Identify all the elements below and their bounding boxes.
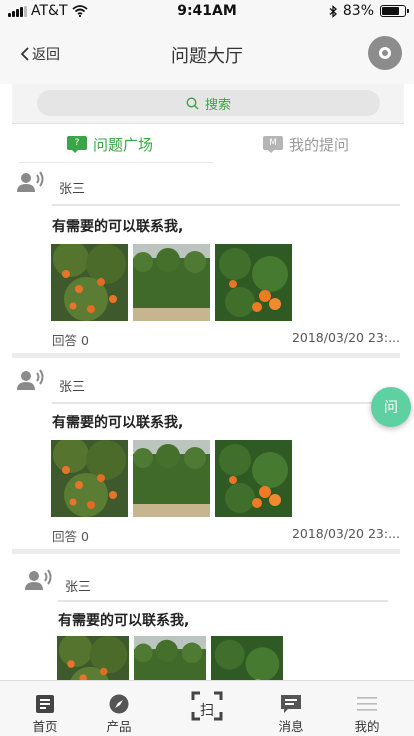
compass-icon [109,694,129,714]
nav-bar: 返回 问题大厅 [0,22,414,84]
photo-orange-tree[interactable] [57,636,129,680]
answers-label: 回答 [52,333,78,348]
photo-orchard[interactable] [133,244,210,321]
tab-question-square[interactable]: ? 问题广场 [12,124,208,164]
tabbar-label: 我的 [354,719,380,734]
search-icon [186,96,199,109]
answers-count: 0 [81,529,89,544]
post-footer: 回答 0 2018/03/20 23:... [52,526,400,545]
answers-label: 回答 [52,529,78,544]
fab-label: 问 [384,400,398,416]
status-right: 83% [329,3,409,19]
tabbar-item-products[interactable]: 产品 [89,681,149,736]
question-card[interactable]: 张三 有需要的可以联系我, 回答 0 2018/03/20 23:... [12,164,400,350]
post-header: 张三 [12,362,400,402]
tabbar-label: 消息 [278,719,304,734]
my-message-icon: M [262,135,283,153]
author-name: 张三 [65,580,92,595]
message-icon [281,695,301,713]
battery-fill [382,7,399,15]
question-card[interactable]: 张三 有需要的可以联系我, 回答 0 2018/03/20 23:... [12,362,400,548]
photo-orange-tree[interactable] [51,244,128,321]
bluetooth-icon [329,4,337,18]
photo-orchard[interactable] [134,636,206,680]
question-card[interactable]: 张三 有需要的可以联系我, [12,562,400,680]
battery-icon [380,5,409,17]
tab-underline [18,162,214,163]
photo-oranges[interactable] [215,440,292,517]
separator [58,600,388,602]
bottom-tab-bar: 首页 产品 扫 消息 我的 [0,680,414,736]
speaker-avatar-icon [17,369,44,390]
page-title: 问题大厅 [171,46,243,67]
document-icon [36,695,54,713]
tab-label: 问题广场 [92,135,153,154]
tabbar-label: 首页 [32,719,58,734]
separator [52,402,400,404]
post-header: 张三 [12,164,400,204]
tabbar-item-home[interactable]: 首页 [15,681,75,736]
question-square-icon: ? [66,135,87,153]
author-name: 张三 [59,182,86,197]
record-icon[interactable] [368,36,402,70]
separator [52,204,400,206]
tab-bar-top: ? 问题广场 M 我的提问 [12,124,404,164]
photo-orange-tree[interactable] [51,440,128,517]
post-header: 张三 [12,562,400,602]
search-label: 搜索 [204,97,231,113]
battery-percent: 83% [342,3,374,19]
speaker-avatar-icon [25,569,52,590]
photo-row [51,244,292,321]
question-text: 有需要的可以联系我, [52,415,184,431]
photo-oranges[interactable] [211,636,283,680]
post-divider [12,353,400,358]
tab-my-questions[interactable]: M 我的提问 [208,124,404,164]
question-text: 有需要的可以联系我, [58,613,190,629]
post-date: 2018/03/20 23:... [291,330,400,345]
speaker-avatar-icon [17,171,44,192]
status-bar: AT&T 9:41AM 83% [0,0,414,22]
menu-icon [357,697,377,711]
answers-count: 0 [81,333,89,348]
tab-label: 我的提问 [288,135,349,154]
post-date: 2018/03/20 23:... [291,526,400,541]
search-bar: 搜索 [12,84,404,124]
question-feed: 张三 有需要的可以联系我, 回答 0 2018/03/20 23:... 张三 … [0,164,414,680]
post-footer: 回答 0 2018/03/20 23:... [52,330,400,349]
tabbar-item-messages[interactable]: 消息 [261,681,321,736]
tabbar-label: 扫 [200,703,214,719]
search-input[interactable]: 搜索 [37,90,380,116]
tabbar-item-me[interactable]: 我的 [337,681,397,736]
photo-orchard[interactable] [133,440,210,517]
photo-row [57,636,283,680]
photo-oranges[interactable] [215,244,292,321]
ask-question-button[interactable]: 问 [371,387,411,427]
photo-row [51,440,292,517]
tabbar-label: 产品 [106,719,132,734]
question-text: 有需要的可以联系我, [52,219,184,235]
tabbar-item-scan[interactable]: 扫 [177,681,237,736]
author-name: 张三 [59,380,86,395]
post-divider [12,549,400,554]
